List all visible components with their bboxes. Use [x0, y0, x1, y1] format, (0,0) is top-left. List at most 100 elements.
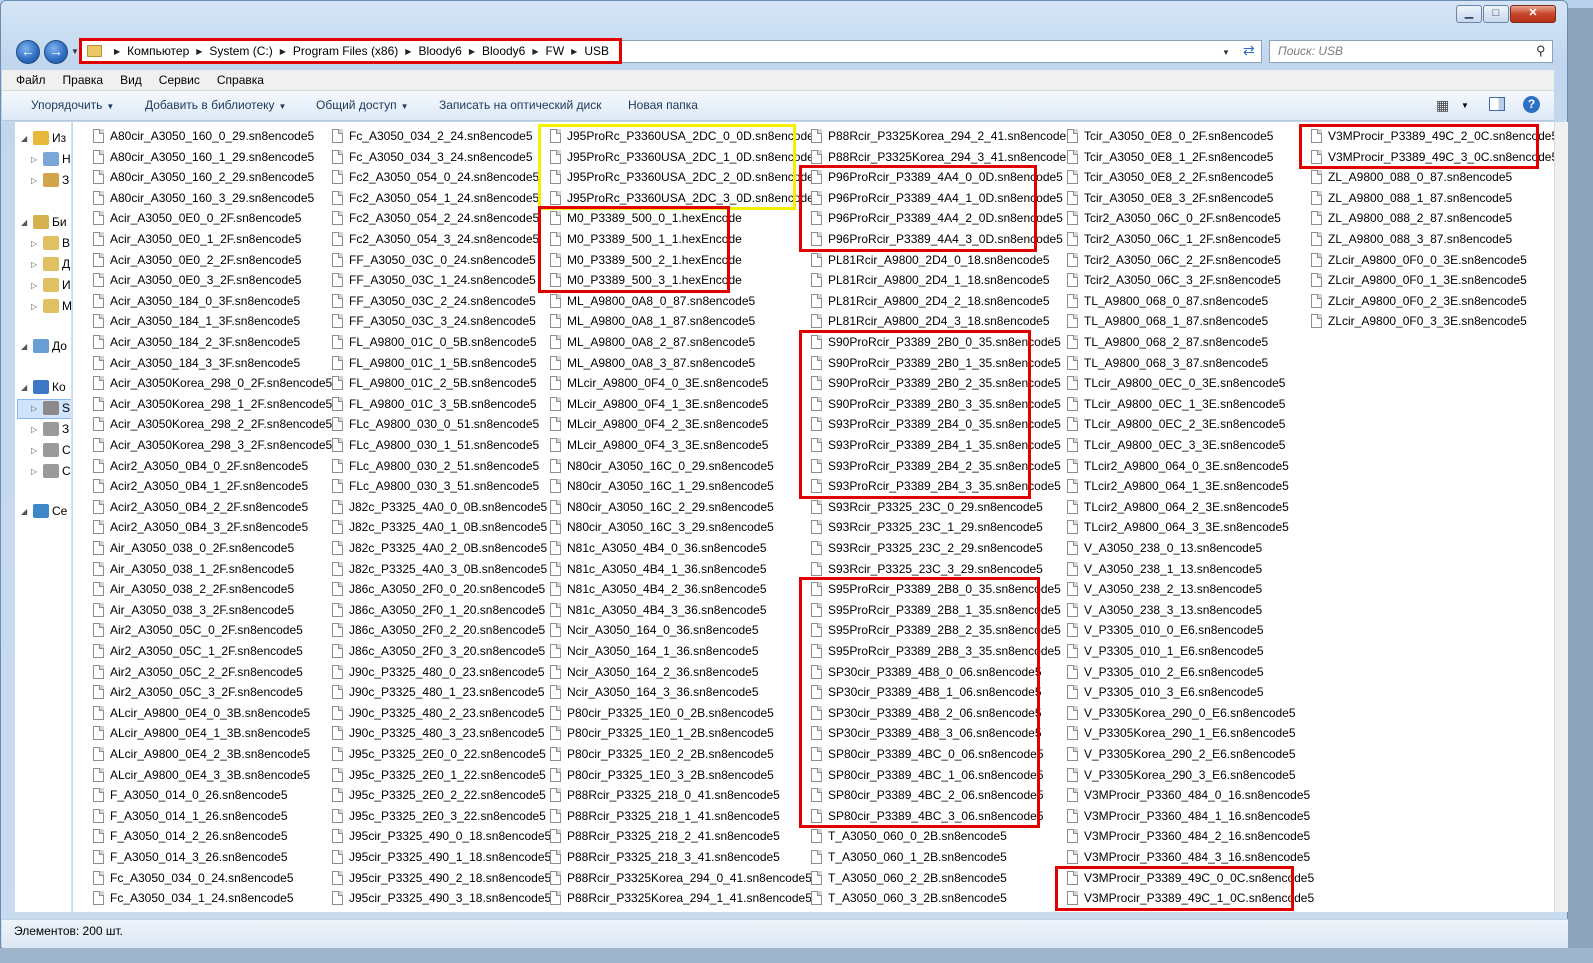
file-item[interactable]: Acir_A3050Korea_298_3_2F.sn8encode5 — [93, 435, 332, 455]
file-item[interactable]: Tcir_A3050_0E8_3_2F.sn8encode5 — [1067, 188, 1273, 208]
preview-pane-icon[interactable] — [1489, 97, 1505, 111]
file-item[interactable]: Ncir_A3050_164_2_36.sn8encode5 — [550, 662, 759, 682]
menu-item[interactable]: Файл — [16, 73, 46, 87]
file-item[interactable]: TLcir2_A9800_064_3_3E.sn8encode5 — [1067, 517, 1289, 537]
organize-button[interactable]: Упорядочить ▼ — [31, 98, 114, 112]
expand-icon[interactable]: ◢ — [21, 342, 33, 351]
nav-tree-item[interactable]: ▷ S — [31, 401, 70, 415]
file-item[interactable]: M0_P3389_500_3_1.hexEncode — [550, 270, 742, 290]
file-item[interactable]: M0_P3389_500_0_1.hexEncode — [550, 208, 742, 228]
file-item[interactable]: SP30cir_P3389_4B8_0_06.sn8encode5 — [811, 662, 1042, 682]
file-item[interactable]: J95c_P3325_2E0_1_22.sn8encode5 — [332, 765, 546, 785]
file-item[interactable]: S93Rcir_P3325_23C_1_29.sn8encode5 — [811, 517, 1043, 537]
file-item[interactable]: T_A3050_060_1_2B.sn8encode5 — [811, 847, 1007, 867]
file-item[interactable]: J95cir_P3325_490_1_18.sn8encode5 — [332, 847, 551, 867]
expand-icon[interactable]: ▷ — [31, 446, 43, 455]
file-item[interactable]: S95ProRcir_P3389_2B8_2_35.sn8encode5 — [811, 620, 1061, 640]
file-item[interactable]: S95ProRcir_P3389_2B8_0_35.sn8encode5 — [811, 579, 1061, 599]
file-item[interactable]: P96ProRcir_P3389_4A4_2_0D.sn8encode5 — [811, 208, 1063, 228]
file-item[interactable]: Fc2_A3050_054_2_24.sn8encode5 — [332, 208, 539, 228]
file-item[interactable]: ALcir_A9800_0E4_0_3B.sn8encode5 — [93, 703, 310, 723]
file-item[interactable]: V_P3305Korea_290_1_E6.sn8encode5 — [1067, 723, 1296, 743]
file-item[interactable]: S90ProRcir_P3389_2B0_2_35.sn8encode5 — [811, 373, 1061, 393]
file-item[interactable]: Ncir_A3050_164_1_36.sn8encode5 — [550, 641, 759, 661]
nav-tree-item[interactable]: ◢ Из — [21, 131, 66, 145]
file-item[interactable]: Acir_A3050_184_1_3F.sn8encode5 — [93, 311, 300, 331]
file-item[interactable]: J86c_A3050_2F0_1_20.sn8encode5 — [332, 600, 545, 620]
file-item[interactable]: J95ProRc_P3360USA_2DC_0_0D.sn8encode5 — [550, 126, 821, 146]
file-item[interactable]: Acir2_A3050_0B4_3_2F.sn8encode5 — [93, 517, 308, 537]
file-item[interactable]: Air2_A3050_05C_2_2F.sn8encode5 — [93, 662, 303, 682]
file-item[interactable]: Acir_A3050_0E0_3_2F.sn8encode5 — [93, 270, 301, 290]
file-item[interactable]: V_A3050_238_1_13.sn8encode5 — [1067, 559, 1262, 579]
file-item[interactable]: Tcir2_A3050_06C_2_2F.sn8encode5 — [1067, 250, 1281, 270]
menu-item[interactable]: Справка — [217, 73, 264, 87]
history-dropdown-icon[interactable]: ▼ — [71, 47, 79, 56]
file-item[interactable]: V3MProcir_P3360_484_3_16.sn8encode5 — [1067, 847, 1310, 867]
file-item[interactable]: MLcir_A9800_0F4_0_3E.sn8encode5 — [550, 373, 768, 393]
file-item[interactable]: PL81Rcir_A9800_2D4_0_18.sn8encode5 — [811, 250, 1050, 270]
file-item[interactable]: N80cir_A3050_16C_3_29.sn8encode5 — [550, 517, 774, 537]
file-item[interactable]: P88Rcir_P3325Korea_294_2_41.sn8encode5 — [811, 126, 1073, 146]
file-item[interactable]: PL81Rcir_A9800_2D4_1_18.sn8encode5 — [811, 270, 1050, 290]
file-item[interactable]: Air_A3050_038_2_2F.sn8encode5 — [93, 579, 294, 599]
search-icon[interactable]: ⚲ — [1536, 43, 1546, 59]
file-item[interactable]: V_P3305_010_2_E6.sn8encode5 — [1067, 662, 1264, 682]
expand-icon[interactable]: ▷ — [31, 425, 43, 434]
file-item[interactable]: S95ProRcir_P3389_2B8_1_35.sn8encode5 — [811, 600, 1061, 620]
file-item[interactable]: Air_A3050_038_0_2F.sn8encode5 — [93, 538, 294, 558]
file-item[interactable]: S93Rcir_P3325_23C_2_29.sn8encode5 — [811, 538, 1043, 558]
file-item[interactable]: J95c_P3325_2E0_2_22.sn8encode5 — [332, 785, 546, 805]
file-item[interactable]: Fc_A3050_034_0_24.sn8encode5 — [93, 868, 294, 888]
file-item[interactable]: V_A3050_238_3_13.sn8encode5 — [1067, 600, 1262, 620]
file-item[interactable]: FLc_A9800_030_2_51.sn8encode5 — [332, 456, 539, 476]
file-item[interactable]: ZL_A9800_088_3_87.sn8encode5 — [1311, 229, 1512, 249]
file-item[interactable]: J95c_P3325_2E0_0_22.sn8encode5 — [332, 744, 546, 764]
scrollbar[interactable] — [1554, 122, 1568, 912]
expand-icon[interactable]: ▷ — [31, 404, 43, 413]
file-item[interactable]: V3MProcir_P3389_49C_2_0C.sn8encode5 — [1311, 126, 1554, 146]
file-item[interactable]: P88Rcir_P3325Korea_294_1_41.sn8encode5 — [550, 888, 812, 908]
file-item[interactable]: P80cir_P3325_1E0_0_2B.sn8encode5 — [550, 703, 774, 723]
nav-tree-item[interactable]: ▷ С — [31, 464, 71, 478]
file-item[interactable]: J86c_A3050_2F0_3_20.sn8encode5 — [332, 641, 545, 661]
nav-tree-item[interactable]: ▷ З — [31, 173, 69, 187]
file-item[interactable]: J86c_A3050_2F0_0_20.sn8encode5 — [332, 579, 545, 599]
file-item[interactable]: ZLcir_A9800_0F0_0_3E.sn8encode5 — [1311, 250, 1527, 270]
file-item[interactable]: V_P3305_010_3_E6.sn8encode5 — [1067, 682, 1264, 702]
menu-item[interactable]: Вид — [120, 73, 142, 87]
file-item[interactable]: Ncir_A3050_164_0_36.sn8encode5 — [550, 620, 759, 640]
expand-icon[interactable]: ◢ — [21, 134, 33, 143]
file-item[interactable]: TL_A9800_068_0_87.sn8encode5 — [1067, 291, 1268, 311]
expand-icon[interactable]: ◢ — [21, 383, 33, 392]
share-button[interactable]: Общий доступ ▼ — [316, 98, 409, 112]
file-item[interactable]: PL81Rcir_A9800_2D4_3_18.sn8encode5 — [811, 311, 1050, 331]
file-item[interactable]: Fc2_A3050_054_0_24.sn8encode5 — [332, 167, 539, 187]
file-item[interactable]: V_P3305_010_0_E6.sn8encode5 — [1067, 620, 1264, 640]
expand-icon[interactable]: ▷ — [31, 281, 43, 290]
nav-tree-item[interactable]: ▷ Д — [31, 257, 70, 271]
file-item[interactable]: N81c_A3050_4B4_3_36.sn8encode5 — [550, 600, 767, 620]
file-item[interactable]: J82c_P3325_4A0_1_0B.sn8encode5 — [332, 517, 547, 537]
file-item[interactable]: P88Rcir_P3325_218_2_41.sn8encode5 — [550, 826, 780, 846]
file-item[interactable]: F_A3050_014_3_26.sn8encode5 — [93, 847, 288, 867]
nav-tree-item[interactable]: ◢ Ко — [21, 380, 66, 394]
file-item[interactable]: FL_A9800_01C_3_5B.sn8encode5 — [332, 394, 537, 414]
file-item[interactable]: S90ProRcir_P3389_2B0_1_35.sn8encode5 — [811, 353, 1061, 373]
file-item[interactable]: V_A3050_238_0_13.sn8encode5 — [1067, 538, 1262, 558]
file-item[interactable]: FL_A9800_01C_0_5B.sn8encode5 — [332, 332, 537, 352]
file-item[interactable]: Acir_A3050_184_2_3F.sn8encode5 — [93, 332, 300, 352]
file-item[interactable]: P88Rcir_P3325_218_0_41.sn8encode5 — [550, 785, 780, 805]
refresh-icon[interactable]: ⇄ — [1243, 42, 1255, 59]
file-item[interactable]: Acir_A3050Korea_298_1_2F.sn8encode5 — [93, 394, 332, 414]
file-item[interactable]: TLcir_A9800_0EC_2_3E.sn8encode5 — [1067, 414, 1285, 434]
file-item[interactable]: N80cir_A3050_16C_0_29.sn8encode5 — [550, 456, 774, 476]
file-item[interactable]: A80cir_A3050_160_2_29.sn8encode5 — [93, 167, 314, 187]
file-item[interactable]: Air2_A3050_05C_1_2F.sn8encode5 — [93, 641, 303, 661]
file-item[interactable]: TL_A9800_068_3_87.sn8encode5 — [1067, 353, 1268, 373]
file-item[interactable]: FLc_A9800_030_3_51.sn8encode5 — [332, 476, 539, 496]
file-item[interactable]: Fc_A3050_034_2_24.sn8encode5 — [332, 126, 533, 146]
expand-icon[interactable]: ◢ — [21, 218, 33, 227]
file-item[interactable]: Acir_A3050_184_0_3F.sn8encode5 — [93, 291, 300, 311]
file-item[interactable]: V3MProcir_P3360_484_2_16.sn8encode5 — [1067, 826, 1310, 846]
